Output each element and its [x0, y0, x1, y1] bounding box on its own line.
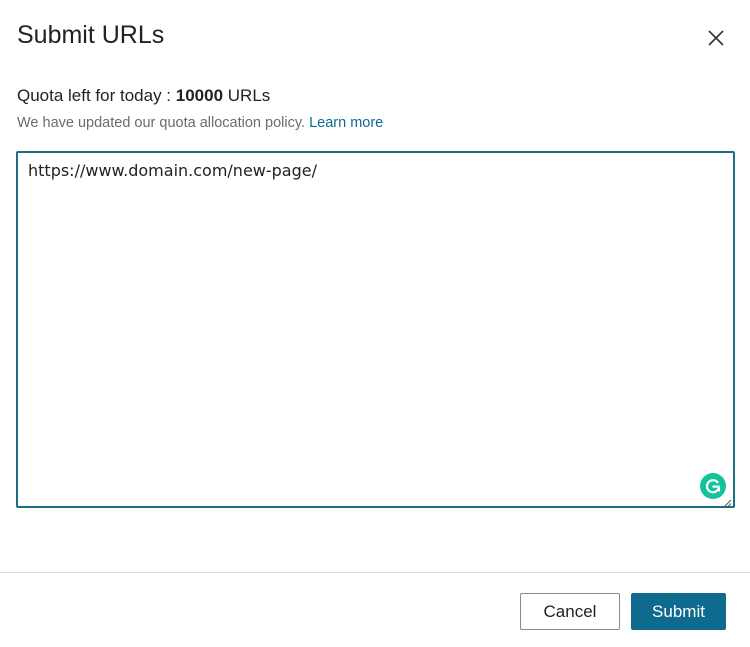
quota-prefix: Quota left for today : [17, 86, 176, 105]
resize-handle-icon[interactable] [722, 495, 732, 508]
footer-divider [0, 572, 750, 573]
close-icon [701, 23, 731, 53]
policy-message: We have updated our quota allocation pol… [17, 115, 310, 131]
dialog-title: Submit URLs [17, 21, 165, 49]
policy-text: We have updated our quota allocation pol… [17, 115, 383, 131]
quota-count: 10000 [175, 86, 224, 105]
submit-button[interactable]: Submit [631, 593, 726, 630]
learn-more-link[interactable]: Learn more [309, 115, 383, 131]
quota-suffix: URLs [223, 86, 271, 105]
submit-urls-dialog: Submit URLs Quota left for today : 10000… [0, 0, 750, 647]
url-input-container [16, 151, 735, 508]
cancel-button[interactable]: Cancel [520, 593, 620, 630]
quota-text: Quota left for today : 10000 URLs [17, 86, 270, 106]
close-button[interactable] [701, 23, 731, 53]
url-textarea[interactable] [18, 153, 733, 506]
